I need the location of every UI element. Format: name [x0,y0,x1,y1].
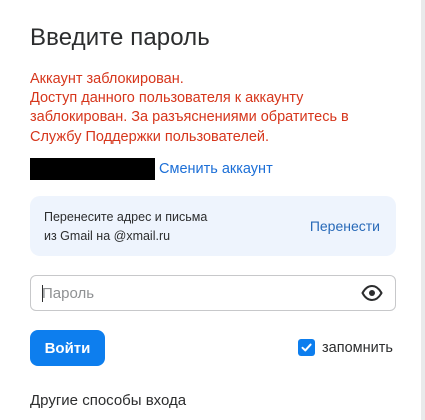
page-title: Введите пароль [30,24,210,51]
other-login-methods-heading: Другие способы входа [30,392,187,409]
remember-checkbox[interactable] [298,339,315,356]
error-line: Службу Поддержки пользователей. [30,128,270,145]
remember-me[interactable]: запомнить [298,339,393,356]
checkmark-icon [301,343,312,352]
transfer-button[interactable]: Перенести [310,218,380,234]
switch-account-link[interactable]: Сменить аккаунт [159,161,273,177]
eye-icon[interactable] [361,283,383,303]
text-caret [42,285,43,302]
error-line: Доступ данного пользователя к аккаунту [30,90,304,107]
window-edge [421,0,425,420]
error-line: Аккаунт заблокирован. [30,71,184,87]
account-email-redacted [30,158,155,180]
account-row: Сменить аккаунт [30,157,273,181]
password-field[interactable] [30,275,396,311]
password-input[interactable] [42,276,342,310]
remember-label[interactable]: запомнить [322,340,393,356]
login-button[interactable]: Войти [30,330,105,366]
error-message: Аккаунт заблокирован. Доступ данного пол… [30,70,400,147]
gmail-transfer-card: Перенесите адрес и письма из Gmail на @x… [30,196,396,256]
error-line: заблокирован. За разъяснениями обратитес… [30,109,349,126]
